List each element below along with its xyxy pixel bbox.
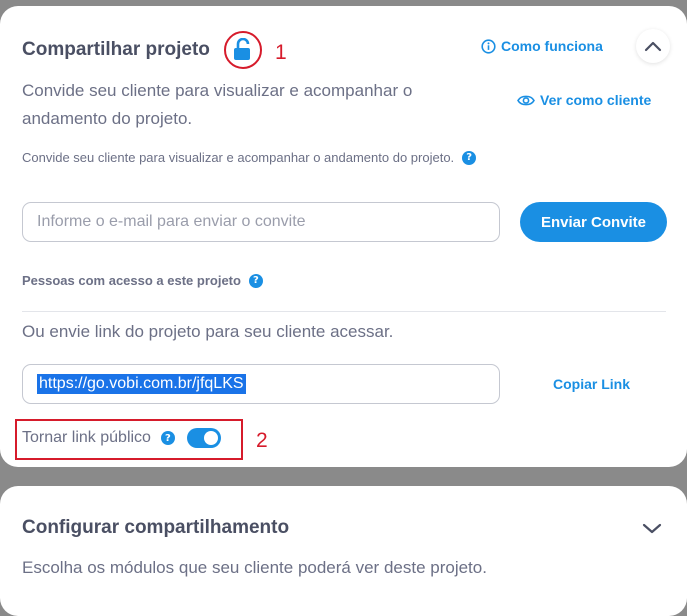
- people-with-access-label: Pessoas com acesso a este projeto: [22, 273, 241, 288]
- divider: [22, 311, 666, 312]
- send-invite-button[interactable]: Enviar Convite: [520, 202, 667, 242]
- eye-icon: [517, 95, 535, 105]
- help-icon[interactable]: ?: [248, 273, 263, 288]
- public-link-row: Tornar link público ?: [22, 428, 221, 448]
- annotation-number-1: 1: [275, 41, 287, 64]
- view-as-client-label: Ver como cliente: [540, 92, 652, 108]
- help-icon[interactable]: ?: [160, 431, 175, 445]
- help-icon[interactable]: ?: [462, 150, 477, 165]
- configure-sharing-title: Configurar compartilhamento: [22, 517, 290, 538]
- copy-link-button[interactable]: Copiar Link: [553, 376, 630, 392]
- chevron-up-icon: [644, 41, 662, 52]
- share-description-small-row: Convide seu cliente para visualizar e ac…: [22, 150, 477, 165]
- share-description-small: Convide seu cliente para visualizar e ac…: [22, 150, 455, 165]
- chevron-down-icon[interactable]: [642, 522, 662, 535]
- how-it-works-link[interactable]: Como funciona: [481, 38, 603, 54]
- people-with-access-row: Pessoas com acesso a este projeto ?: [22, 273, 263, 288]
- share-project-title: Compartilhar projeto: [22, 39, 210, 60]
- project-link-value: https://go.vobi.com.br/jfqLKS: [37, 374, 246, 394]
- public-link-label: Tornar link público: [22, 429, 151, 446]
- info-icon: [481, 38, 496, 54]
- view-as-client-link[interactable]: Ver como cliente: [517, 92, 651, 108]
- collapse-button[interactable]: [636, 29, 670, 63]
- lock-annotation-circle: [224, 31, 262, 69]
- share-project-card: Compartilhar projeto 1 Como funciona Con…: [0, 6, 687, 467]
- share-description: Convide seu cliente para visualizar e ac…: [22, 81, 413, 128]
- configure-sharing-card: Configurar compartilhamento Escolha os m…: [0, 486, 687, 616]
- project-link-input[interactable]: https://go.vobi.com.br/jfqLKS: [22, 364, 500, 404]
- email-input[interactable]: Informe o e-mail para enviar o convite: [22, 202, 500, 242]
- send-link-instruction: Ou envie link do projeto para seu client…: [22, 322, 394, 341]
- public-link-toggle[interactable]: [186, 428, 221, 448]
- configure-sharing-description: Escolha os módulos que seu cliente poder…: [22, 558, 487, 577]
- unlock-icon[interactable]: [232, 38, 254, 62]
- annotation-number-2: 2: [256, 429, 268, 452]
- how-it-works-label: Como funciona: [501, 38, 603, 54]
